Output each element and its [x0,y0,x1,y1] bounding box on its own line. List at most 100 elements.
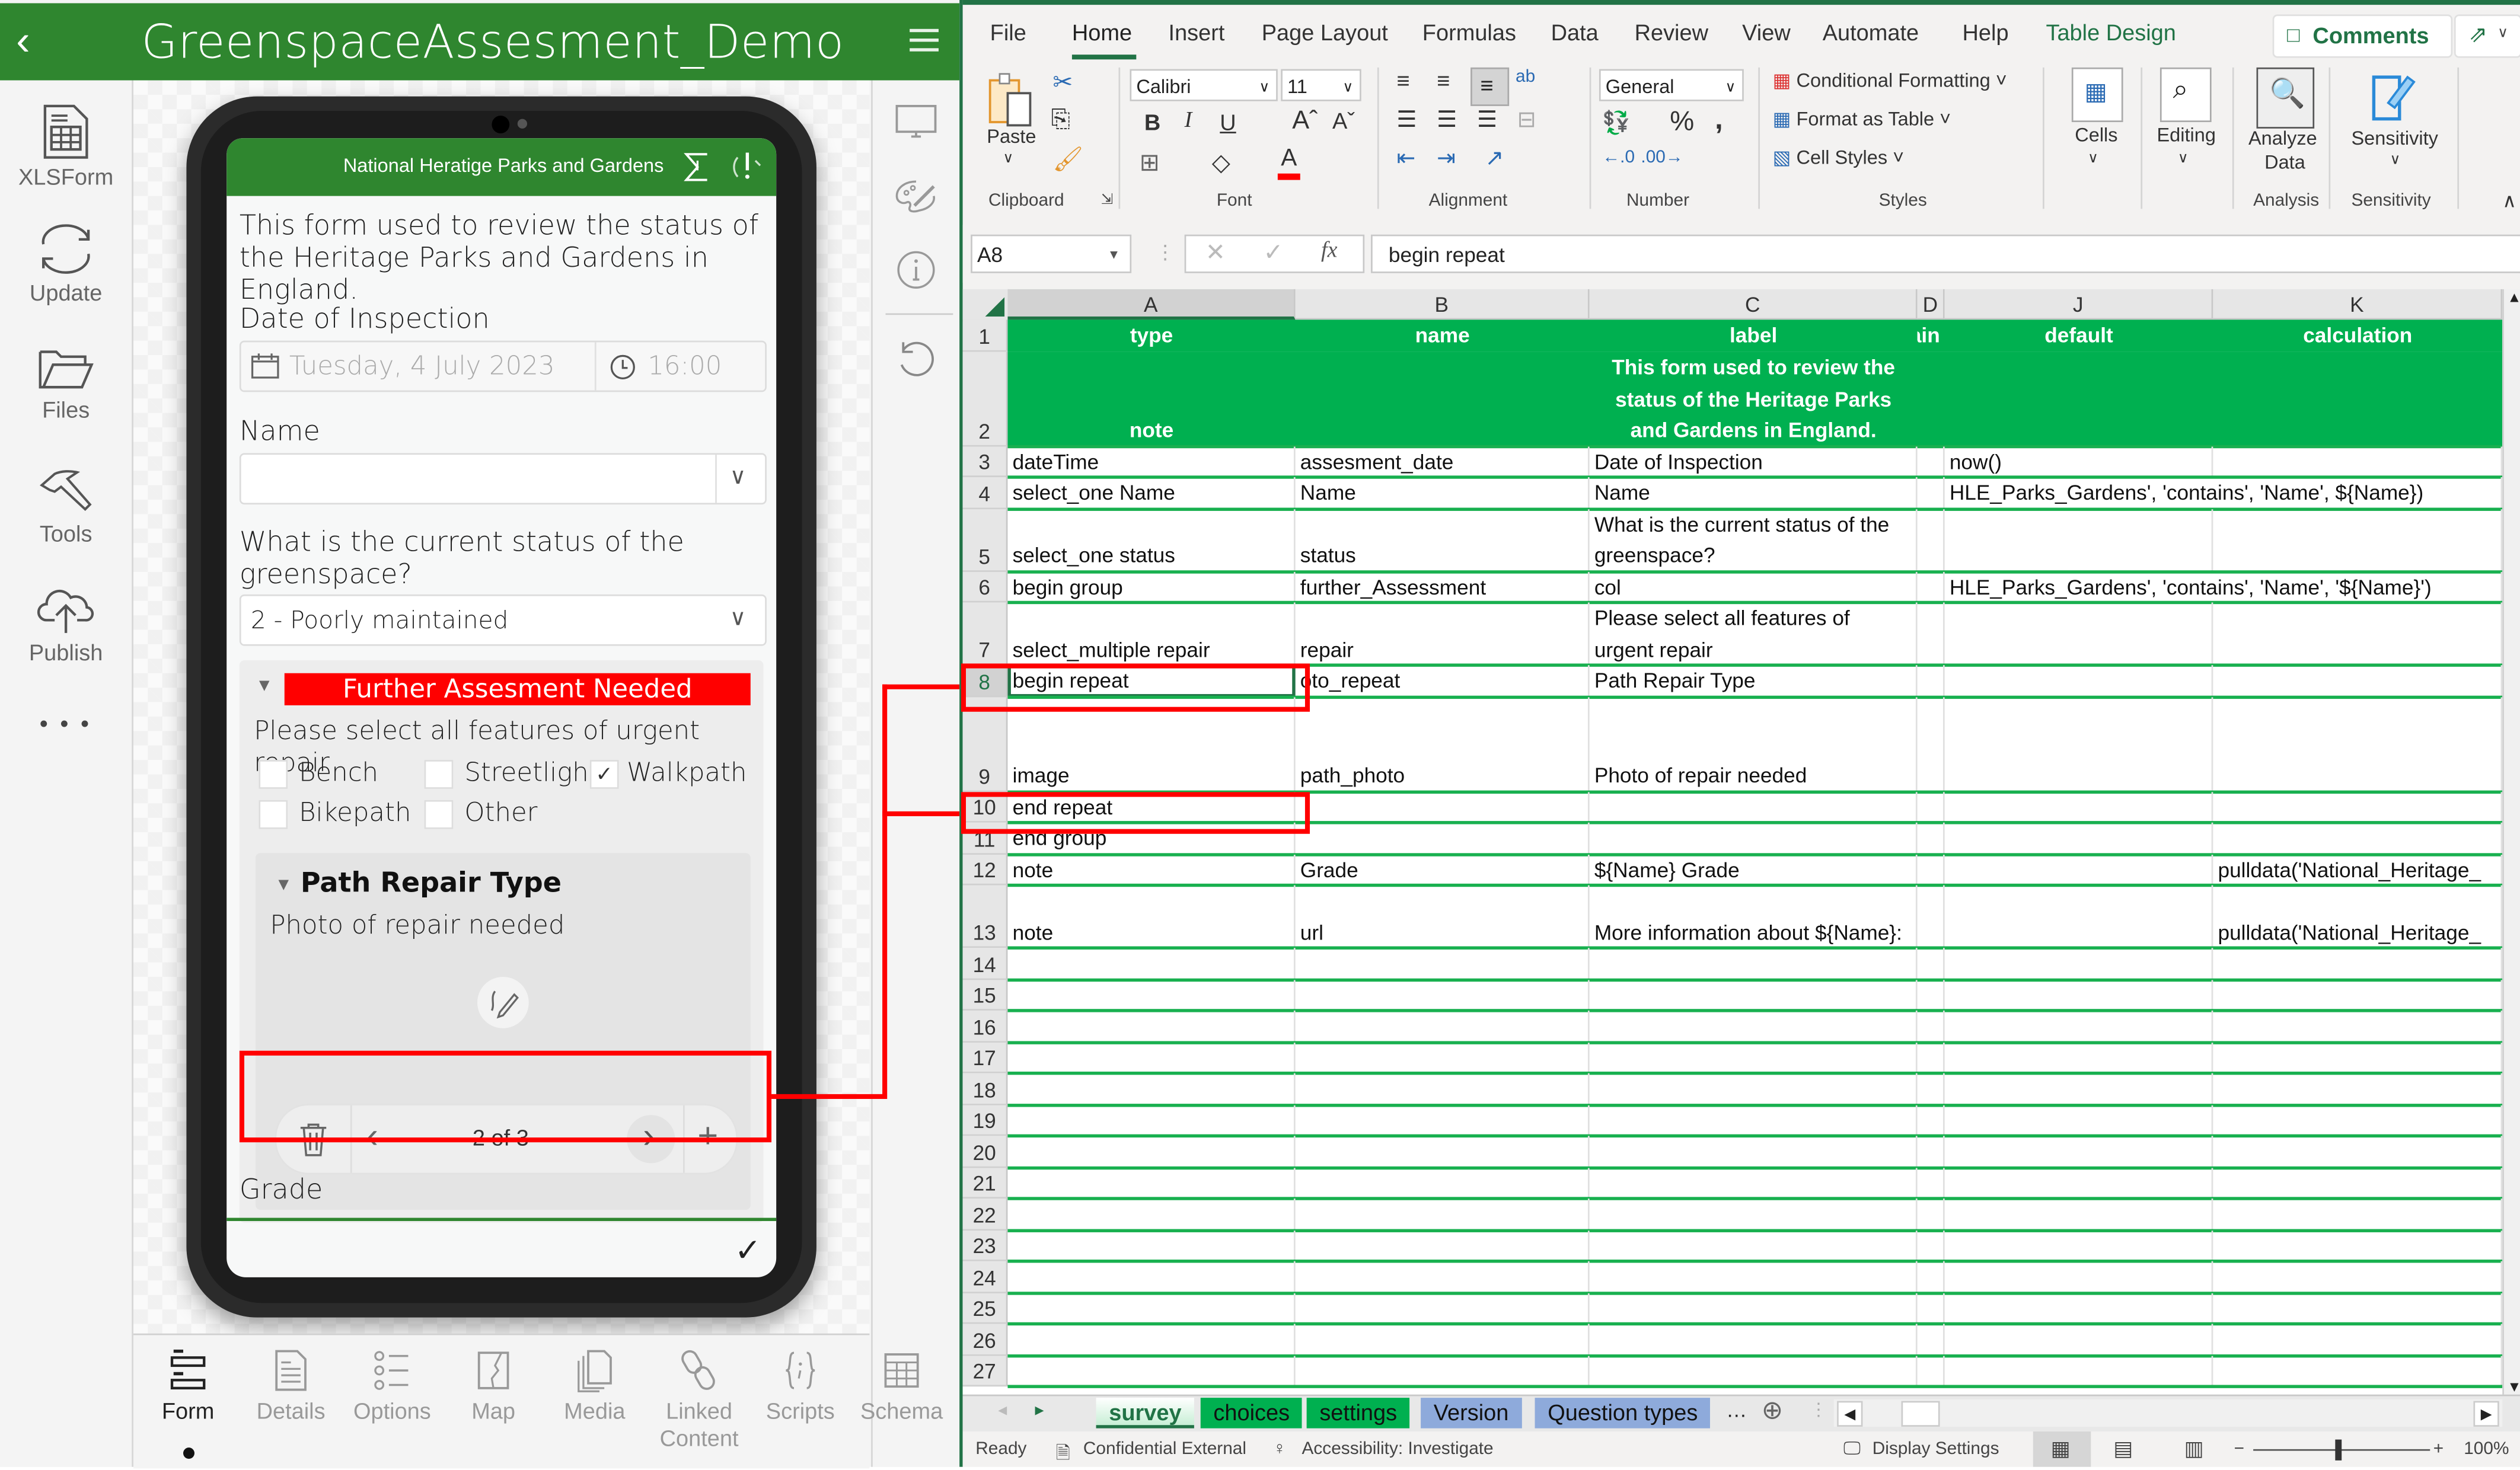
cell-J14[interactable] [1945,948,2213,980]
hamburger-menu-icon[interactable] [910,28,939,52]
cell-A20[interactable] [1007,1136,1296,1168]
cell-C26[interactable] [1590,1324,1918,1356]
cell-J1[interactable]: default [1945,319,2213,351]
column-header-B[interactable]: B [1295,289,1590,320]
cell-K19[interactable] [2213,1104,2503,1136]
cell-D1[interactable]: ain [1918,319,1945,351]
cell-D13[interactable] [1918,885,1945,948]
cell-B4[interactable]: Name [1296,477,1590,509]
cell-J17[interactable] [1945,1041,2213,1073]
formula-input[interactable]: begin repeat [1371,234,2520,273]
scroll-thumb[interactable] [1901,1401,1940,1427]
cell-A7[interactable]: select_multiple repair [1007,602,1296,666]
cell-A27[interactable] [1007,1355,1296,1387]
cell-B14[interactable] [1296,948,1590,980]
cell-A6[interactable]: begin group [1007,571,1296,603]
comma-style-icon[interactable]: , [1715,103,1723,136]
cell-J9[interactable] [1945,696,2213,791]
accounting-format-icon[interactable]: 💱 [1602,109,1630,136]
zoom-in-icon[interactable]: + [2433,1440,2444,1459]
row-header[interactable]: 26 [962,1324,1008,1356]
increase-decimal-icon[interactable]: ←.0 [1602,148,1635,167]
more-icon[interactable]: • • • [0,710,132,736]
cell-K27[interactable] [2213,1355,2503,1387]
cell-A23[interactable] [1007,1229,1296,1261]
sheet-tab-version[interactable]: Version [1421,1398,1522,1429]
more-sheets-icon[interactable]: … [1726,1398,1747,1422]
cell-K1[interactable]: calculation [2213,319,2502,351]
cell-D4[interactable] [1918,477,1945,509]
row-header[interactable]: 24 [962,1261,1008,1293]
collapse-triangle-icon[interactable]: ▼ [275,875,292,895]
cell-D27[interactable] [1918,1355,1945,1387]
borders-icon[interactable]: ⊞ [1140,148,1160,177]
cell-D3[interactable] [1918,446,1945,478]
tab-map[interactable]: Map [448,1348,538,1425]
cell-B16[interactable] [1296,1010,1590,1042]
cell-B17[interactable] [1296,1041,1590,1073]
fill-color-icon[interactable]: ◇ [1212,148,1230,177]
cell-A17[interactable] [1007,1041,1296,1073]
cell-B23[interactable] [1296,1229,1590,1261]
cell-C21[interactable] [1590,1167,1918,1199]
cell-C12[interactable]: ${Name} Grade [1590,854,1918,886]
back-icon[interactable]: ‹ [16,16,30,64]
cell-A24[interactable] [1007,1261,1296,1293]
cell-D9[interactable] [1918,696,1945,791]
merge-center-icon[interactable]: ⊟ [1517,106,1536,133]
cell-A5[interactable]: select_one status [1007,508,1296,571]
cell-D12[interactable] [1918,854,1945,886]
cell-K7[interactable] [2213,602,2503,666]
cell-D7[interactable] [1918,602,1945,666]
cell-A21[interactable] [1007,1167,1296,1199]
cell-A26[interactable] [1007,1324,1296,1356]
cell-C18[interactable] [1590,1073,1918,1105]
cell-A14[interactable] [1007,948,1296,980]
font-name-select[interactable]: Calibri ∨ [1130,69,1278,101]
cell-A25[interactable] [1007,1292,1296,1324]
cell-A3[interactable]: dateTime [1007,446,1296,478]
cell-B27[interactable] [1296,1355,1590,1387]
cell-K21[interactable] [2213,1167,2503,1199]
cancel-icon[interactable]: ✕ [1205,238,1226,270]
align-middle-icon[interactable]: ≡ [1437,68,1450,93]
cell-J4[interactable]: HLE_Parks_Gardens', 'contains', 'Name', … [1945,477,2423,509]
signature-button[interactable] [477,976,529,1028]
dialog-launcher-icon[interactable]: ⇲ [1101,191,1113,209]
chevron-down-icon[interactable]: ∨ [1003,149,1013,167]
sidebar-item-xlsform[interactable]: XLSForm [0,103,132,190]
cell-K10[interactable] [2213,791,2503,823]
cell-C7[interactable]: Please select all features of urgent rep… [1590,602,1918,666]
decrease-font-icon[interactable]: Aˇ [1332,108,1355,133]
cell-C25[interactable] [1590,1292,1918,1324]
undo-icon[interactable] [894,337,939,382]
font-size-select[interactable]: 11 ∨ [1281,69,1361,101]
name-select[interactable]: ∨ [239,453,767,505]
cell-B2[interactable] [1296,351,1590,446]
cell-J6[interactable]: HLE_Parks_Gardens', 'contains', 'Name', … [1945,571,2432,603]
cell-C10[interactable] [1590,791,1918,823]
cell-D20[interactable] [1918,1136,1945,1168]
cell-B9[interactable]: path_photo [1296,696,1590,791]
vertical-scrollbar[interactable]: ▲ ▼ [2502,289,2520,1395]
cell-D16[interactable] [1918,1010,1945,1042]
chevron-down-icon[interactable]: ∨ [730,463,747,490]
row-header[interactable]: 13 [962,885,1008,948]
font-color-icon[interactable]: A [1281,145,1297,172]
row-header[interactable]: 14 [962,948,1008,980]
sidebar-item-tools[interactable]: Tools [0,463,132,547]
format-painter-icon[interactable]: 🖌 [1052,145,1083,174]
column-header-J[interactable]: J [1944,289,2213,320]
percent-icon[interactable]: % [1670,106,1694,138]
scroll-right-icon[interactable]: ▶ [2473,1401,2499,1427]
cell-C11[interactable] [1590,822,1918,854]
tab-scripts[interactable]: Scripts [755,1348,846,1425]
column-header-D[interactable]: D [1917,289,1945,320]
cell-B7[interactable]: repair [1296,602,1590,666]
cell-K20[interactable] [2213,1136,2503,1168]
cell-C15[interactable] [1590,979,1918,1011]
cell-D23[interactable] [1918,1229,1945,1261]
tab-details[interactable]: Details [246,1348,336,1425]
cell-B3[interactable]: assesment_date [1296,446,1590,478]
ribbon-tab-insert[interactable]: Insert [1169,20,1225,45]
